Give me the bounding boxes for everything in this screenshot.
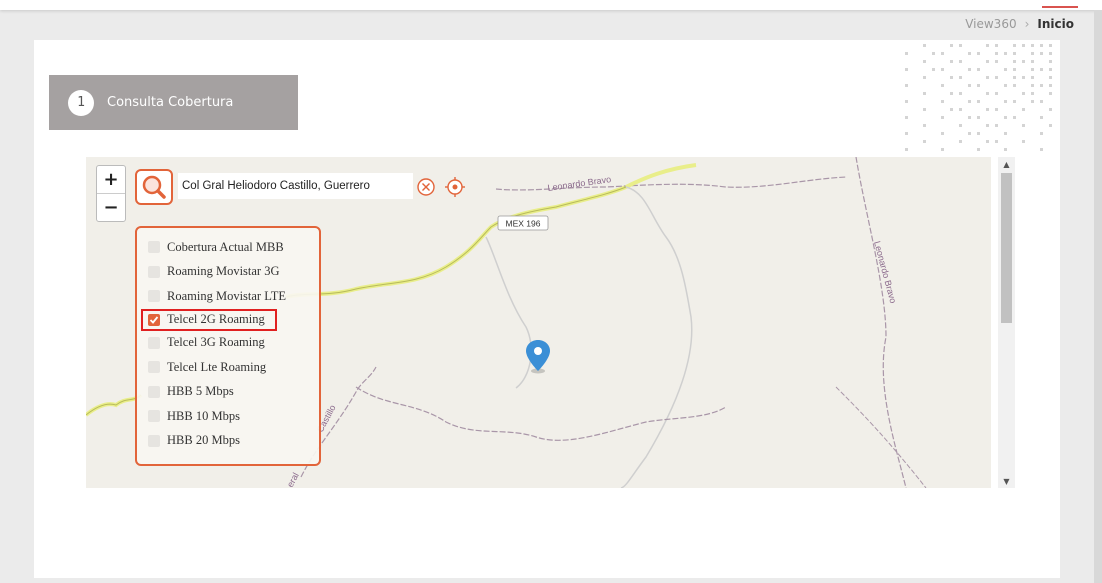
layer-item-telcel-3g-roaming[interactable]: Telcel 3G Roaming [137, 331, 319, 356]
map-scrollbar[interactable]: ▲ ▼ [998, 157, 1015, 488]
magnifier-icon [142, 175, 166, 199]
zoom-in-button[interactable]: + [97, 166, 125, 194]
layer-checkbox[interactable] [148, 336, 160, 349]
layer-checkbox[interactable] [148, 434, 160, 447]
location-search-input[interactable]: Col Gral Heliodoro Castillo, Guerrero [178, 173, 413, 199]
top-bar [0, 0, 1102, 10]
layer-label: Telcel 2G Roaming [167, 312, 265, 326]
scroll-up-arrow-icon[interactable]: ▲ [998, 157, 1015, 171]
location-marker-icon[interactable] [523, 338, 553, 374]
layer-item-telcel-2g-roaming[interactable]: Telcel 2G Roaming [141, 308, 277, 331]
clear-search-button[interactable] [416, 177, 436, 197]
scroll-down-arrow-icon[interactable]: ▼ [998, 474, 1015, 488]
layer-checkbox[interactable] [148, 361, 160, 374]
layer-checkbox[interactable] [148, 241, 160, 254]
top-bar-accent [1042, 6, 1078, 8]
layer-item-roaming-movistar-3g[interactable]: Roaming Movistar 3G [137, 260, 319, 285]
highway-shield-mex196: MEX 196 [506, 219, 541, 229]
layer-checkbox[interactable] [148, 290, 160, 303]
layer-label: Telcel Lte Roaming [167, 359, 267, 374]
layer-label: Telcel 3G Roaming [167, 335, 265, 350]
breadcrumb: View360 › Inicio [965, 17, 1074, 31]
layer-label: HBB 20 Mbps [167, 433, 240, 448]
step-number: 1 [68, 89, 94, 116]
layer-label: HBB 5 Mbps [167, 384, 234, 399]
layer-checkbox-checked[interactable] [148, 313, 160, 326]
road-label-leonardo-bravo-right: Leonardo Bravo [872, 240, 898, 304]
step-header: 1 Consulta Cobertura [49, 75, 298, 130]
layer-item-hbb-20[interactable]: HBB 20 Mbps [137, 429, 319, 454]
layer-label: HBB 10 Mbps [167, 408, 240, 423]
layer-label: Roaming Movistar LTE [167, 288, 286, 303]
layer-checkbox[interactable] [148, 385, 160, 398]
search-toggle-button[interactable] [135, 169, 173, 205]
zoom-out-button[interactable]: − [97, 194, 125, 221]
road-label-leonardo-bravo-top: Leonardo Bravo [547, 174, 612, 193]
layer-item-hbb-10[interactable]: HBB 10 Mbps [137, 404, 319, 429]
layer-checkbox[interactable] [148, 410, 160, 423]
breadcrumb-current: Inicio [1037, 17, 1074, 31]
page-scrollbar[interactable] [1094, 10, 1102, 583]
checkmark-icon [149, 315, 159, 324]
main-card: 1 Consulta Cobertura Leonardo Bravo Leon… [34, 40, 1060, 578]
crosshair-icon [445, 177, 465, 197]
road-label-eral: eral [285, 471, 301, 488]
scrollbar-thumb[interactable] [1001, 173, 1012, 323]
breadcrumb-root[interactable]: View360 [965, 17, 1016, 31]
layer-selector-panel: Cobertura Actual MBB Roaming Movistar 3G… [135, 226, 321, 466]
clear-icon [417, 178, 435, 196]
locate-me-button[interactable] [444, 176, 466, 198]
layer-item-hbb-5[interactable]: HBB 5 Mbps [137, 380, 319, 405]
layer-item-roaming-movistar-lte[interactable]: Roaming Movistar LTE [137, 284, 319, 309]
coverage-map[interactable]: Leonardo Bravo Leonardo Bravo Castillo e… [86, 157, 991, 488]
layer-item-cobertura-mbb[interactable]: Cobertura Actual MBB [137, 235, 319, 260]
breadcrumb-separator: › [1024, 17, 1030, 31]
layer-checkbox[interactable] [148, 265, 160, 278]
layer-label: Cobertura Actual MBB [167, 239, 284, 254]
step-title: Consulta Cobertura [107, 95, 234, 110]
dot-pattern-decoration [905, 44, 1052, 151]
layer-item-telcel-lte-roaming[interactable]: Telcel Lte Roaming [137, 355, 319, 380]
layer-label: Roaming Movistar 3G [167, 264, 280, 279]
zoom-control: + − [96, 165, 126, 222]
